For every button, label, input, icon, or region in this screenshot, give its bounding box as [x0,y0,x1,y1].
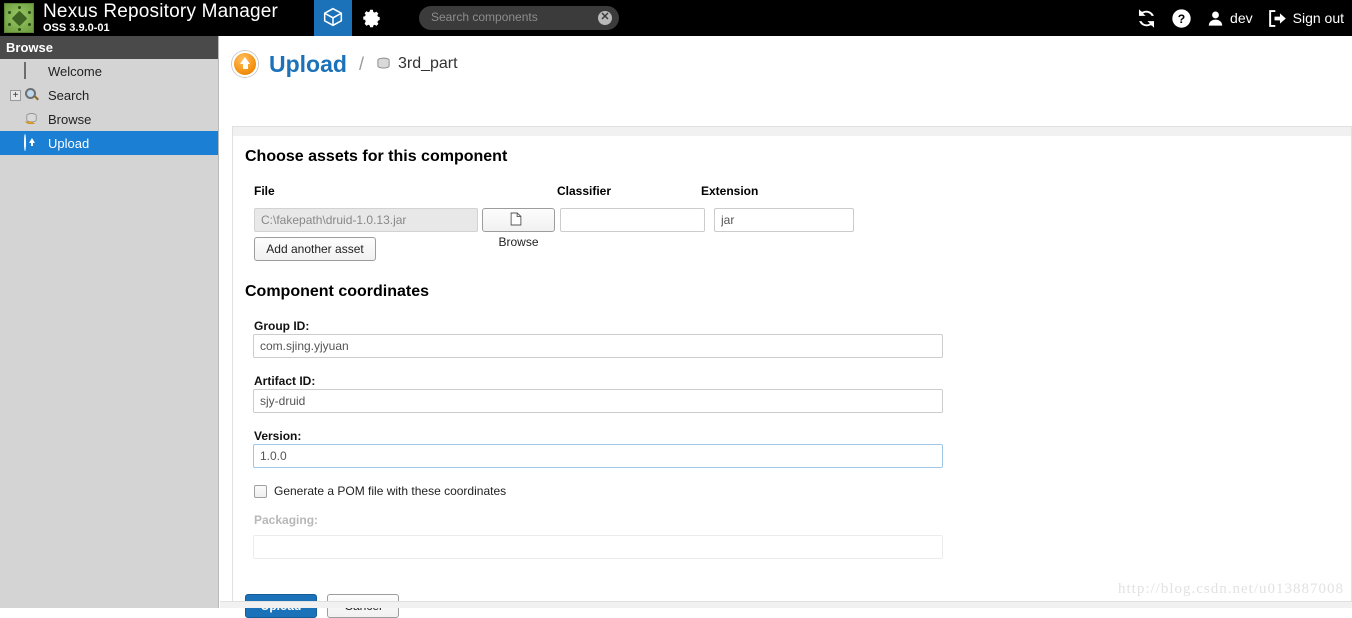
expand-search-icon[interactable]: + [10,90,21,101]
version-input[interactable] [253,444,943,468]
page-header: Upload / 3rd_part [220,36,1352,92]
database-icon-glyph [25,113,38,124]
sidebar-item-welcome[interactable]: Welcome [0,59,218,83]
sign-out-button[interactable]: Sign out [1267,8,1344,29]
search-clear-icon[interactable]: ✕ [598,11,612,25]
admin-gear-button[interactable] [362,8,383,29]
classifier-input[interactable] [560,208,705,232]
browse-label: Browse [498,235,538,249]
extension-input[interactable] [714,208,854,232]
search-icon [24,87,42,103]
refresh-icon [1136,8,1157,29]
search-input[interactable]: Search components [431,10,538,24]
database-icon [376,57,391,71]
brand-title: Nexus Repository Manager [43,2,278,21]
refresh-button[interactable] [1136,8,1157,29]
version-label: Version: [254,429,301,443]
file-icon [510,212,522,226]
page-title: Upload [269,51,347,78]
assets-section-title: Choose assets for this component [245,148,507,166]
cube-icon [323,7,343,27]
breadcrumb-separator: / [359,54,364,75]
svg-text:?: ? [1178,12,1185,26]
generate-pom-label: Generate a POM file with these coordinat… [274,484,506,498]
search-box[interactable]: Search components ✕ [419,6,619,30]
add-another-asset-button[interactable]: Add another asset [254,237,376,261]
user-icon [1206,9,1225,28]
sidebar: Browse Welcome + Search Browse Upload [0,36,219,608]
user-label: dev [1230,10,1253,26]
packaging-input[interactable] [253,535,943,559]
sidebar-item-browse[interactable]: Browse [0,107,218,131]
column-header-classifier: Classifier [557,184,611,198]
help-icon: ? [1171,8,1192,29]
breadcrumb-repository[interactable]: 3rd_part [398,55,458,73]
upload-icon [24,135,42,151]
main-content: Upload / 3rd_part Choose assets for this… [220,36,1352,608]
sidebar-item-upload[interactable]: Upload [0,131,218,155]
generate-pom-checkbox[interactable] [254,485,267,498]
upload-icon [232,51,258,77]
gear-icon [362,8,383,29]
bottom-strip [220,601,1352,608]
sidebar-item-search[interactable]: + Search [0,83,218,107]
sidebar-item-label: Browse [48,112,91,127]
sidebar-header: Browse [0,36,218,59]
sign-out-icon [1267,8,1288,29]
artifact-id-label: Artifact ID: [254,374,315,388]
user-menu[interactable]: dev [1206,9,1253,28]
top-bar-right: ? dev Sign out [1136,0,1344,36]
upload-form-panel: Choose assets for this component File Cl… [232,136,1352,608]
brand[interactable]: Nexus Repository Manager OSS 3.9.0-01 [0,0,278,36]
column-header-file: File [254,184,275,198]
generate-pom-checkbox-row[interactable]: Generate a POM file with these coordinat… [254,484,506,498]
file-path-input[interactable] [254,208,478,232]
repository-mode-button[interactable] [314,0,352,36]
coordinates-section-title: Component coordinates [245,283,429,301]
panel-top-band [232,126,1352,136]
top-bar: Nexus Repository Manager OSS 3.9.0-01 Se… [0,0,1352,36]
sign-out-label: Sign out [1293,10,1344,26]
browse-file-button[interactable]: Browse [482,208,555,232]
welcome-icon [24,63,42,79]
watermark: http://blog.csdn.net/u013887008 [1118,581,1344,598]
artifact-id-input[interactable] [253,389,943,413]
column-header-extension: Extension [701,184,758,198]
help-button[interactable]: ? [1171,8,1192,29]
group-id-input[interactable] [253,334,943,358]
database-icon [24,111,42,127]
group-id-label: Group ID: [254,319,309,333]
sidebar-item-label: Welcome [48,64,102,79]
sidebar-item-label: Search [48,88,89,103]
packaging-label: Packaging: [254,513,318,527]
brand-version: OSS 3.9.0-01 [43,23,278,34]
sidebar-item-label: Upload [48,136,89,151]
nexus-cube-logo-icon [4,3,34,33]
